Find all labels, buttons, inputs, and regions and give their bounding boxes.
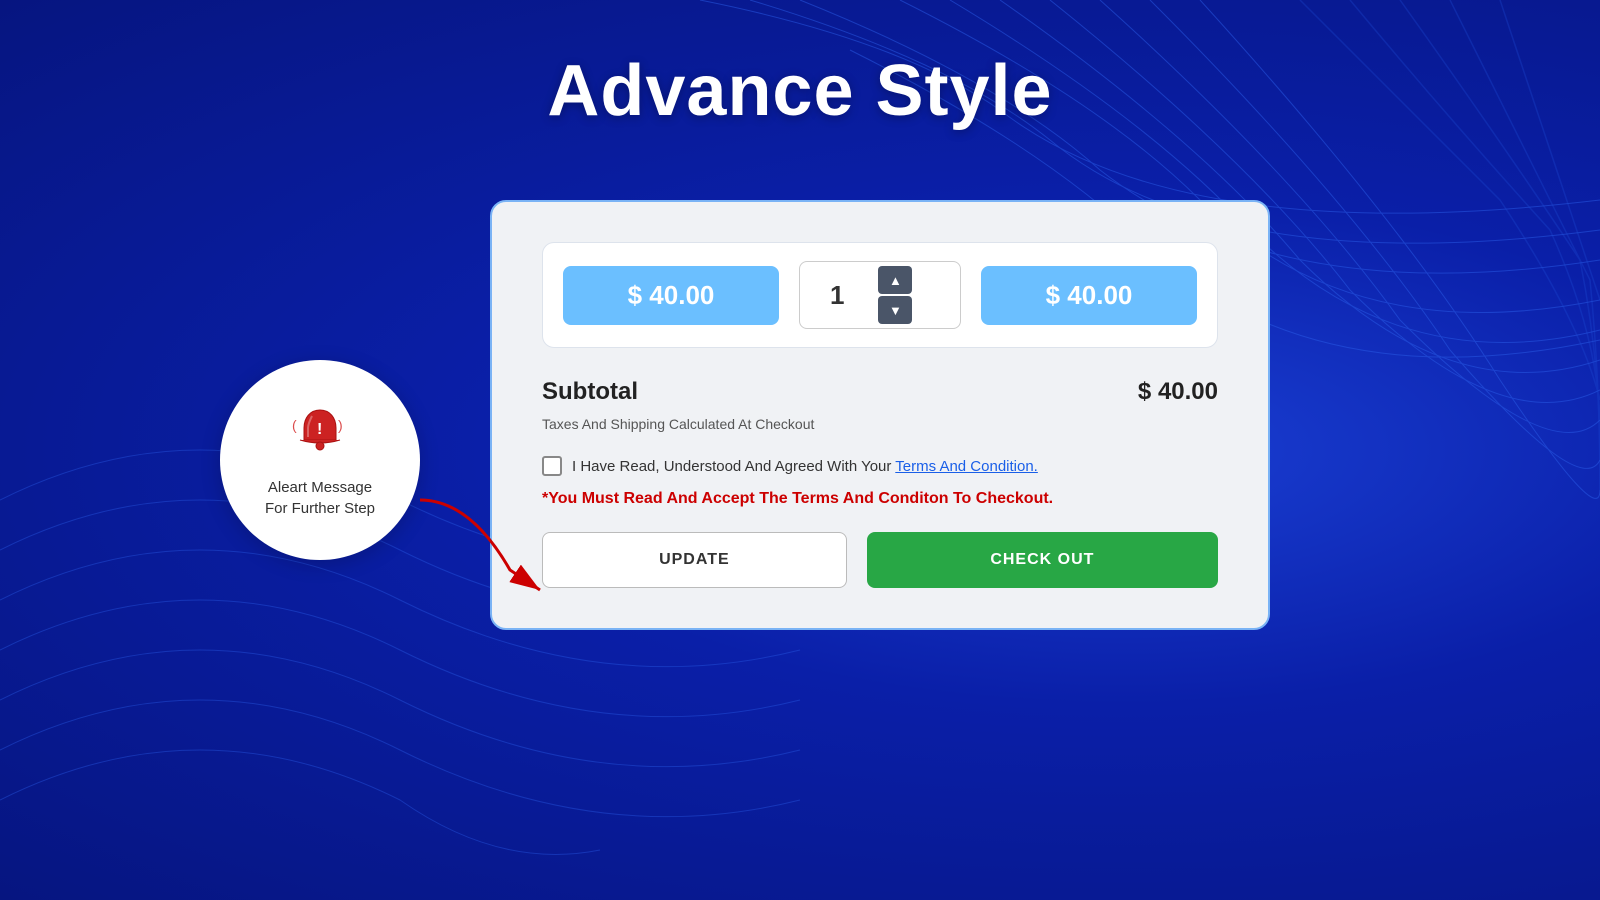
subtotal-value: $ 40.00 <box>1138 378 1218 406</box>
subtotal-label: Subtotal <box>542 378 638 406</box>
arrow-indicator <box>390 490 570 615</box>
quantity-control: 1 ▲ ▼ <box>799 261 961 329</box>
tax-note: Taxes And Shipping Calculated At Checkou… <box>542 416 1218 432</box>
terms-error-message: *You Must Read And Accept The Terms And … <box>542 490 1218 508</box>
alert-text: Aleart Message For Further Step <box>265 477 375 519</box>
svg-text:(: ( <box>292 417 297 433</box>
action-buttons: UPDATE CHECK OUT <box>542 532 1218 588</box>
product-row: $ 40.00 1 ▲ ▼ $ 40.00 <box>542 242 1218 348</box>
checkout-button[interactable]: CHECK OUT <box>867 532 1218 588</box>
svg-text:!: ! <box>317 421 322 438</box>
bell-icon-wrapper: ( ) ! <box>290 402 350 467</box>
svg-text:): ) <box>338 417 343 433</box>
qty-decrease-button[interactable]: ▼ <box>878 296 912 324</box>
qty-stepper: ▲ ▼ <box>874 262 916 328</box>
update-button[interactable]: UPDATE <box>542 532 847 588</box>
total-price-display: $ 40.00 <box>981 266 1197 325</box>
unit-price-display: $ 40.00 <box>563 266 779 325</box>
qty-increase-button[interactable]: ▲ <box>878 266 912 294</box>
terms-checkbox[interactable] <box>542 456 562 476</box>
terms-link[interactable]: Terms And Condition. <box>895 458 1038 475</box>
bell-icon: ( ) ! <box>290 402 350 462</box>
page-title: Advance Style <box>0 50 1600 132</box>
subtotal-row: Subtotal $ 40.00 <box>542 378 1218 406</box>
quantity-value: 1 <box>800 270 874 321</box>
main-card: $ 40.00 1 ▲ ▼ $ 40.00 Subtotal $ 40.00 T… <box>490 200 1270 630</box>
terms-row: I Have Read, Understood And Agreed With … <box>542 456 1218 476</box>
terms-text: I Have Read, Understood And Agreed With … <box>572 458 1038 475</box>
arrow-svg <box>390 490 570 610</box>
